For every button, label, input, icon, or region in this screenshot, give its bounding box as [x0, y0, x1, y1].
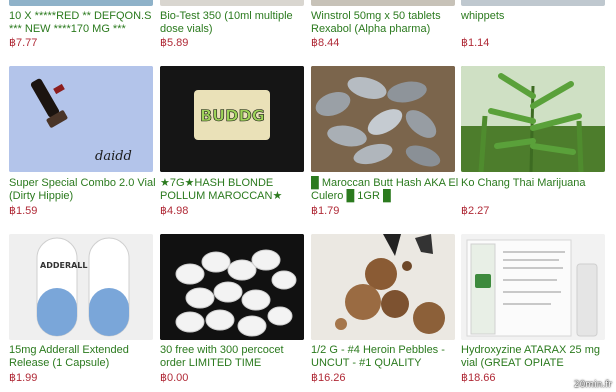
- capsule-photo: ADDERALL XR: [9, 234, 153, 340]
- listing-title[interactable]: ★7G★HASH BLONDE POLLUM MAROCCAN★: [160, 177, 310, 203]
- plant-photo: [461, 66, 605, 172]
- listing-image[interactable]: [461, 234, 605, 340]
- listing-title[interactable]: Bio-Test 350 (10ml multiple dose vials): [160, 10, 310, 36]
- svg-text:daidd: daidd: [95, 149, 132, 164]
- listing-price: ฿1.79: [311, 205, 340, 217]
- listing-price: ฿16.26: [311, 372, 346, 384]
- listing-price: ฿1.99: [9, 372, 38, 384]
- listing-title[interactable]: Winstrol 50mg x 50 tablets Rexabol (Alph…: [311, 10, 461, 36]
- listing-price: ฿2.27: [461, 205, 490, 217]
- listing-price: ฿18.66: [461, 372, 496, 384]
- pills-photo: [160, 234, 304, 340]
- listing-image[interactable]: [461, 0, 605, 6]
- listing-title[interactable]: 1/2 G - #4 Heroin Pebbles - UNCUT - #1 Q…: [311, 344, 461, 370]
- listing-grid: 10 X *****RED ** DEFQON.S *** NEW ****17…: [0, 0, 616, 392]
- foil-pellets-photo: [311, 66, 455, 172]
- listing-image[interactable]: [311, 234, 455, 340]
- listing-title[interactable]: 15mg Adderall Extended Release (1 Capsul…: [9, 344, 159, 370]
- listing-title[interactable]: whippets: [461, 10, 611, 23]
- svg-text:BUDDG: BUDDG: [200, 106, 265, 125]
- listing-title[interactable]: Hydroxyzine ATARAX 25 mg vial (GREAT OPI…: [461, 344, 611, 370]
- listing-title[interactable]: Ko Chang Thai Marijuana: [461, 177, 611, 190]
- hash-photo: BUDDG: [160, 66, 304, 172]
- listing-image[interactable]: BUDDG: [160, 66, 304, 172]
- listing-title[interactable]: 10 X *****RED ** DEFQON.S *** NEW ****17…: [9, 10, 159, 36]
- listing-price: ฿5.89: [160, 37, 189, 49]
- listing-image[interactable]: [311, 66, 455, 172]
- listing-image[interactable]: ADDERALL XR: [9, 234, 153, 340]
- listing-title[interactable]: Super Special Combo 2.0 Vial (Dirty Hipp…: [9, 177, 159, 203]
- listing-image[interactable]: [160, 0, 304, 6]
- listing-image[interactable]: [311, 0, 455, 6]
- listing-price: ฿1.59: [9, 205, 38, 217]
- vial-photo: daidd: [9, 66, 153, 172]
- listing-image[interactable]: [461, 66, 605, 172]
- pebbles-photo: [311, 234, 455, 340]
- listing-title[interactable]: 30 free with 300 percocet order LIMITED …: [160, 344, 310, 370]
- listing-price: ฿1.14: [461, 37, 490, 49]
- vial-box-photo: [461, 234, 605, 340]
- listing-image[interactable]: [160, 234, 304, 340]
- listing-price: ฿0.00: [160, 372, 189, 384]
- listing-title[interactable]: █ Maroccan Butt Hash AKA El Culero █ 1GR…: [311, 177, 461, 203]
- listing-image[interactable]: [9, 0, 153, 6]
- listing-price: ฿7.77: [9, 37, 38, 49]
- listing-price: ฿4.98: [160, 205, 189, 217]
- watermark: 20min.fr: [573, 380, 612, 390]
- listing-price: ฿8.44: [311, 37, 340, 49]
- listing-image[interactable]: daidd: [9, 66, 153, 172]
